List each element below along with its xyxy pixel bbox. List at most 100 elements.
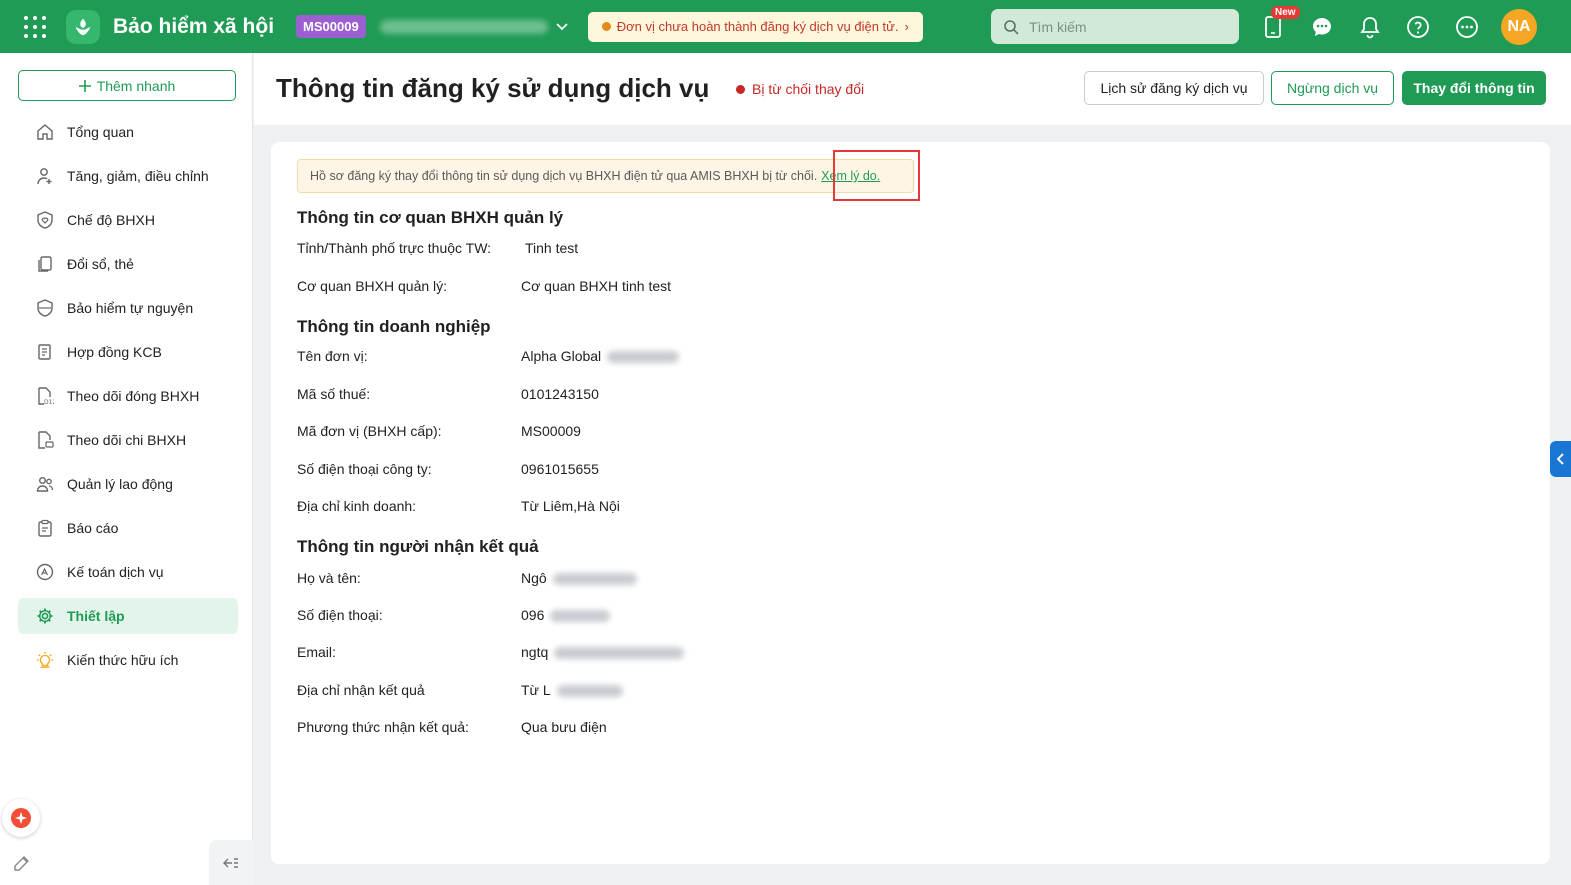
user-adjust-icon [36,167,54,185]
shield-icon [36,299,54,317]
field-value-text: Từ L [521,682,551,698]
unit-name-redacted[interactable] [379,19,548,34]
info-row-agency: Cơ quan BHXH quản lý: Cơ quan BHXH tinh … [297,278,997,298]
field-value: Qua bưu điện [521,719,607,735]
sidebar-item-label: Chế độ BHXH [67,212,155,228]
sidebar-item-book-card[interactable]: Đổi sổ, thẻ [18,246,238,282]
sidebar-item-workforce[interactable]: Quản lý lao động [18,466,238,502]
help-icon[interactable] [1405,14,1431,40]
search-box[interactable] [991,9,1239,44]
rejection-notice-text: Hồ sơ đăng ký thay đổi thông tin sử dụng… [310,169,818,183]
sidebar-item-voluntary[interactable]: Bảo hiểm tự nguyện [18,290,238,326]
quick-add-label: Thêm nhanh [96,77,176,94]
d12-file-icon: D12 [36,387,54,405]
sidebar-item-overview[interactable]: Tổng quan [18,114,238,150]
unit-code-badge[interactable]: MS00009 [296,15,366,38]
registration-info-card: Hồ sơ đăng ký thay đổi thông tin sử dụng… [271,142,1550,864]
sidebar-item-payout-tracking[interactable]: Theo dõi chi BHXH [18,422,238,458]
more-options-icon[interactable] [1454,14,1480,40]
money-file-icon [36,431,54,449]
field-value: Tinh test [525,240,579,256]
sidebar-item-knowledge[interactable]: Kiến thức hữu ích [18,642,238,678]
svg-text:D12: D12 [44,399,54,405]
page-header: Thông tin đăng ký sử dụng dịch vụ Bị từ … [254,53,1571,125]
field-value: 0101243150 [521,386,599,402]
info-row-tax-code: Mã số thuế: 0101243150 [297,386,997,406]
field-value: 0961015655 [521,461,599,477]
home-icon [36,123,54,141]
plus-icon [78,79,91,92]
redacted-text [550,610,611,623]
sidebar-item-label: Bảo hiểm tự nguyện [67,300,194,316]
status-dot-icon [736,84,745,94]
sidebar-item-label: Quản lý lao động [67,476,173,492]
field-label: Địa chỉ kinh doanh: [297,498,417,514]
sidebar-item-kcb-contract[interactable]: Hợp đồng KCB [18,334,238,370]
app-logo[interactable] [66,9,100,44]
redacted-text [556,685,623,698]
chevron-down-icon[interactable] [556,19,568,34]
field-value: MS00009 [521,423,581,439]
user-avatar[interactable]: NA [1501,9,1537,45]
sidebar-item-label: Kế toán dịch vụ [67,564,164,580]
warning-dot-icon [601,22,611,31]
field-value: Từ Liêm,Hà Nội [521,498,620,514]
field-label: Mã số thuế: [297,386,371,402]
sidebar-item-label: Tăng, giảm, điều chỉnh [67,168,209,184]
field-value-text: Ngô [521,570,547,586]
field-value-text: ngtq [521,644,549,660]
field-label: Số điện thoại công ty: [297,461,432,477]
sidebar-item-reports[interactable]: Báo cáo [18,510,238,546]
highlight-box [833,150,920,201]
field-label: Mã đơn vị (BHXH cấp): [297,423,442,439]
quick-add-button[interactable]: Thêm nhanh [18,70,236,101]
change-info-button[interactable]: Thay đổi thông tin [1402,71,1546,105]
sidebar-item-label: Kiến thức hữu ích [67,652,179,668]
field-label: Địa chỉ nhận kết quả [297,682,425,698]
stop-service-button[interactable]: Ngừng dịch vụ [1271,71,1394,105]
field-label: Email: [297,644,336,660]
field-value: 096 [521,607,611,623]
sidebar-item-label: Tổng quan [67,124,134,140]
chat-icon[interactable] [1309,14,1335,40]
redacted-text [554,647,685,660]
field-label: Tên đơn vị: [297,348,368,364]
search-input[interactable] [1029,18,1219,35]
status-badge: Bị từ chối thay đổi [736,81,864,97]
sidebar-nav: Tổng quan Tăng, giảm, điều chỉnh Chế độ … [18,114,238,686]
field-value: Từ L [521,682,623,698]
gear-icon [36,607,54,625]
sidebar-item-contribution-tracking[interactable]: D12 Theo dõi đóng BHXH [18,378,238,414]
bell-icon[interactable] [1357,14,1383,40]
section-title-agency: Thông tin cơ quan BHXH quản lý [297,208,564,227]
info-row-company-name: Tên đơn vị: Alpha Global [297,348,997,368]
sidebar-item-settings[interactable]: Thiết lập [18,598,238,634]
sidebar-item-accounting[interactable]: Kế toán dịch vụ [18,554,238,590]
people-icon [36,475,54,493]
app-launcher-icon[interactable] [24,15,46,38]
collapse-sidebar-icon[interactable] [209,840,253,885]
registration-alert[interactable]: Đơn vị chưa hoàn thành đăng ký dịch vụ đ… [587,11,923,42]
page-title: Thông tin đăng ký sử dụng dịch vụ [276,73,710,103]
info-row-business-address: Địa chỉ kinh doanh: Từ Liêm,Hà Nội [297,498,997,518]
sidebar-item-adjustments[interactable]: Tăng, giảm, điều chỉnh [18,158,238,194]
chevron-right-icon: › [904,19,909,34]
new-badge: New [1271,6,1300,19]
section-title-recipient: Thông tin người nhận kết quả [297,537,539,556]
section-title-company: Thông tin doanh nghiệp [297,317,491,336]
sidebar-item-benefits[interactable]: Chế độ BHXH [18,202,238,238]
status-text: Bị từ chối thay đổi [752,81,865,97]
sidebar-item-label: Thiết lập [67,608,125,624]
service-history-button[interactable]: Lịch sử đăng ký dịch vụ [1084,71,1264,105]
ai-assistant-button[interactable] [2,799,40,837]
sidebar-item-label: Báo cáo [67,520,119,536]
sparkle-icon [11,808,31,828]
edit-icon[interactable] [10,851,34,875]
sidebar-item-label: Đổi sổ, thẻ [67,256,134,272]
field-label: Phương thức nhận kết quả: [297,719,469,735]
expand-panel-tab[interactable] [1550,441,1571,477]
top-bar: Bảo hiểm xã hội MS00009 Đơn vị chưa hoàn… [0,0,1571,53]
app-name[interactable]: Bảo hiểm xã hội [113,15,274,39]
field-label: Tỉnh/Thành phố trực thuộc TW: [297,240,492,256]
info-row-recipient-address: Địa chỉ nhận kết quả Từ L [297,682,997,702]
